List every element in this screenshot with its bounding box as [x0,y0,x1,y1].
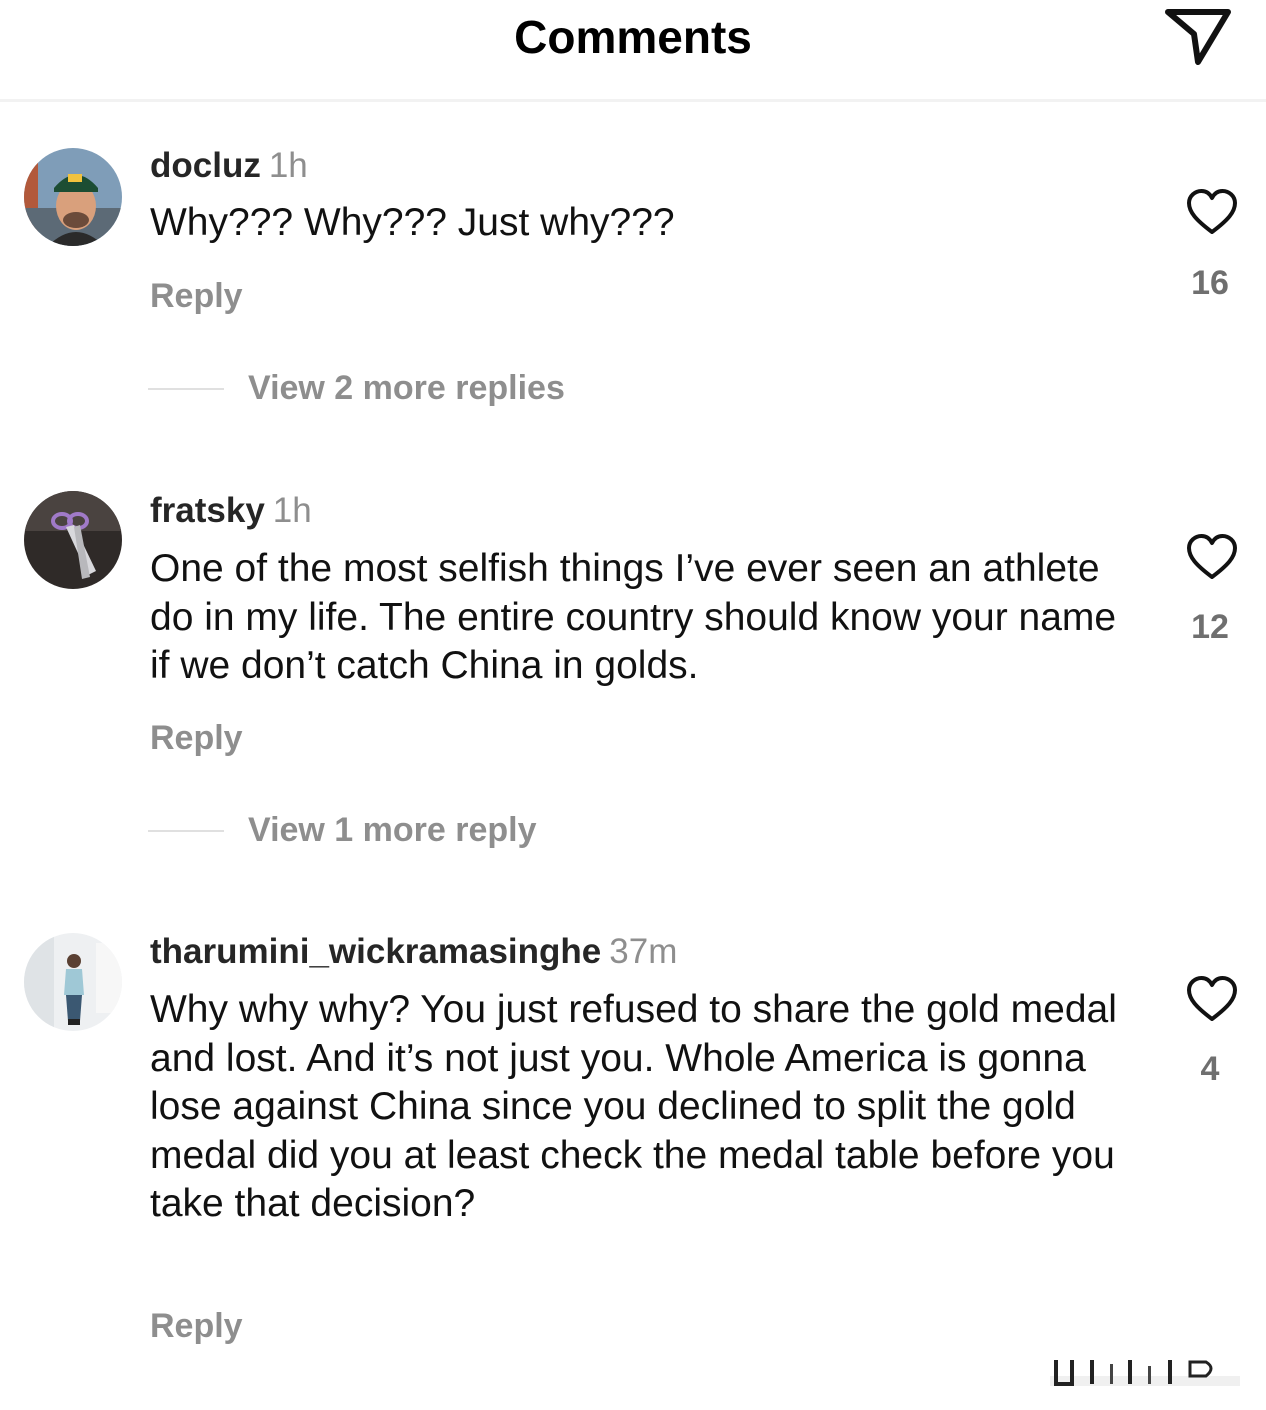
page-title: Comments [514,11,752,63]
like-count: 4 [1200,1050,1220,1088]
comment-header: tharumini_wickramasinghe 37m [150,932,677,972]
reply-button[interactable]: Reply [150,277,243,316]
send-icon[interactable] [1162,4,1234,70]
like-count: 12 [1191,608,1229,646]
avatar[interactable] [24,933,122,1031]
username[interactable]: docluz [150,146,261,185]
username[interactable]: tharumini_wickramasinghe [150,932,601,971]
reply-button[interactable]: Reply [150,1307,243,1346]
reply-thread-line [148,388,224,390]
view-replies-label: View 2 more replies [248,369,565,407]
timestamp: 1h [272,491,312,530]
timestamp: 37m [609,932,678,971]
view-replies-label: View 1 more reply [248,811,537,849]
like-count: 16 [1191,264,1229,302]
watermark-logo [1050,1360,1240,1386]
heart-outline-icon[interactable] [1186,975,1238,1023]
reply-thread-line [148,830,224,832]
comments-header: Comments [0,0,1266,102]
username[interactable]: fratsky [150,491,265,530]
timestamp: 1h [268,146,308,185]
comment-text: Why why why? You just refused to share t… [150,988,1117,1225]
header-divider [0,99,1266,102]
comment-text: One of the most selfish things I’ve ever… [150,547,1117,687]
heart-outline-icon[interactable] [1186,533,1238,581]
avatar[interactable] [24,148,122,246]
heart-outline-icon[interactable] [1186,188,1238,236]
comment-header: fratsky 1h [150,491,312,531]
comment-header: docluz 1h [150,146,308,186]
reply-button[interactable]: Reply [150,719,243,758]
avatar[interactable] [24,491,122,589]
comment-text: Why??? Why??? Just why??? [150,201,675,244]
